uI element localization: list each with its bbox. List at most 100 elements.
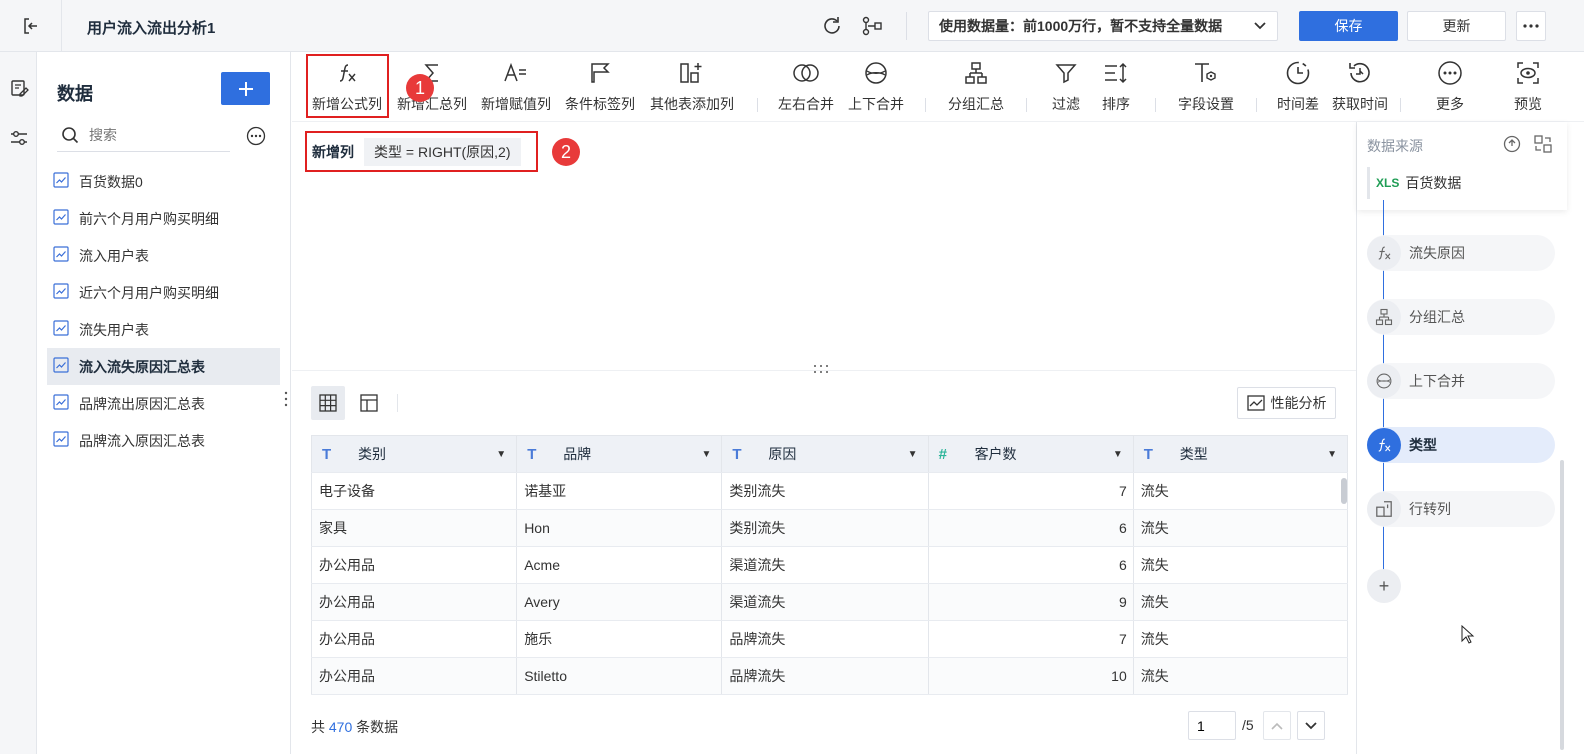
table-cell[interactable]: 诺基亚 [516,472,723,510]
toolbar-button[interactable]: 时间差 [1277,56,1319,118]
table-row[interactable]: 家具 Hon 类别流失 6 流失 [311,509,1349,547]
table-list-item[interactable]: 流入用户表 [47,237,280,274]
layout-view-button[interactable] [352,386,386,420]
switch-source-button[interactable] [1534,135,1552,156]
page-number-input[interactable] [1188,711,1236,740]
data-source-item[interactable]: XLS 百货数据 [1367,167,1557,199]
table-list-item[interactable]: 流失用户表 [47,311,280,348]
table-cell[interactable]: 流失 [1133,546,1349,584]
column-header[interactable]: T 类型 ▼ [1133,435,1349,473]
add-table-button[interactable] [221,72,270,105]
table-cell[interactable]: 7 [928,472,1134,510]
step-item[interactable]: 分组汇总 [1367,299,1555,335]
new-column-formula[interactable]: 新增列 类型 = RIGHT(原因,2) [305,131,538,172]
column-header[interactable]: T 类别 ▼ [311,435,518,473]
column-header[interactable]: # 客户数 ▼ [928,435,1134,473]
step-item[interactable]: 上下合并 [1367,363,1555,399]
splitter-grip[interactable] [812,363,832,378]
caret-down-icon[interactable]: ▼ [908,449,918,460]
table-list-item[interactable]: 前六个月用户购买明细 [47,200,280,237]
table-cell[interactable]: 渠道流失 [721,583,929,621]
toolbar-button[interactable]: 上下合并 [848,56,904,118]
toolbar-button[interactable]: 更多 [1436,56,1464,118]
table-cell[interactable]: 办公用品 [311,657,518,695]
page-prev-button[interactable] [1263,711,1291,740]
search-options-button[interactable] [246,126,266,146]
column-header[interactable]: T 品牌 ▼ [516,435,723,473]
table-cell[interactable]: 办公用品 [311,546,518,584]
table-row[interactable]: 办公用品 施乐 品牌流失 7 流失 [311,620,1349,658]
toolbar-button[interactable]: 分组汇总 [948,56,1004,118]
steps-scrollbar[interactable] [1560,460,1564,750]
table-list-item[interactable]: 品牌流出原因汇总表 [47,385,280,422]
toolbar-button[interactable]: 字段设置 [1178,56,1234,118]
table-cell[interactable]: 10 [928,657,1134,695]
table-cell[interactable]: 渠道流失 [721,546,929,584]
table-cell[interactable]: Stiletto [516,657,723,695]
caret-down-icon[interactable]: ▼ [496,449,506,460]
table-cell[interactable]: 办公用品 [311,620,518,658]
table-cell[interactable]: 类别流失 [721,509,929,547]
table-row[interactable]: 办公用品 Acme 渠道流失 6 流失 [311,546,1349,584]
refresh-button[interactable] [820,14,844,38]
data-limit-select[interactable]: 使用数据量：前1000万行，暂不支持全量数据 [928,11,1278,41]
grid-scrollbar[interactable] [1341,478,1347,504]
toolbar-button[interactable]: 新增赋值列 [481,56,551,118]
table-row[interactable]: 电子设备 诺基亚 类别流失 7 流失 [311,472,1349,510]
toolbar-button[interactable]: 其他表添加列 [650,56,734,118]
table-search[interactable] [57,118,230,152]
replace-source-button[interactable] [1503,135,1521,156]
table-cell[interactable]: 6 [928,546,1134,584]
toolbar-button[interactable]: 左右合并 [778,56,834,118]
table-row[interactable]: 办公用品 Avery 渠道流失 9 流失 [311,583,1349,621]
table-view-button[interactable] [311,386,345,420]
table-cell[interactable]: 品牌流失 [721,620,929,658]
table-cell[interactable]: 9 [928,583,1134,621]
add-step-button[interactable]: + [1367,569,1401,603]
table-cell[interactable]: 流失 [1133,509,1349,547]
save-button[interactable]: 保存 [1299,11,1398,41]
table-cell[interactable]: 流失 [1133,472,1349,510]
table-cell[interactable]: 7 [928,620,1134,658]
table-cell[interactable]: 类别流失 [721,472,929,510]
exit-button[interactable] [0,0,62,52]
table-cell[interactable]: 流失 [1133,620,1349,658]
table-cell[interactable]: 品牌流失 [721,657,929,695]
column-header[interactable]: T 原因 ▼ [721,435,929,473]
formula-expression[interactable]: 类型 = RIGHT(原因,2) [364,137,521,166]
toolbar-button[interactable]: 过滤 [1052,56,1080,118]
update-button[interactable]: 更新 [1407,11,1506,41]
toolbar-button[interactable]: 获取时间 [1332,56,1388,118]
table-cell[interactable]: 电子设备 [311,472,518,510]
caret-down-icon[interactable]: ▼ [701,449,711,460]
performance-analysis-button[interactable]: 性能分析 [1237,387,1336,419]
toolbar-button[interactable]: 排序 [1102,56,1130,118]
page-next-button[interactable] [1297,711,1325,740]
settings-nav-button[interactable] [9,128,29,151]
data-nav-button[interactable] [9,78,29,101]
caret-down-icon[interactable]: ▼ [1327,449,1337,460]
table-cell[interactable]: Hon [516,509,723,547]
table-list-item[interactable]: 品牌流入原因汇总表 [47,422,280,459]
panel-resize-handle[interactable] [283,390,289,408]
search-input[interactable] [89,126,219,143]
table-cell[interactable]: Acme [516,546,723,584]
table-cell[interactable]: Avery [516,583,723,621]
table-cell[interactable]: 办公用品 [311,583,518,621]
table-cell[interactable]: 家具 [311,509,518,547]
more-menu-button[interactable] [1516,11,1546,41]
table-list-item[interactable]: 百货数据0 [47,163,280,200]
step-item[interactable]: 流失原因 [1367,235,1555,271]
caret-down-icon[interactable]: ▼ [1113,449,1123,460]
table-cell[interactable]: 流失 [1133,583,1349,621]
table-list-item[interactable]: 流入流失原因汇总表 [47,348,280,385]
lineage-button[interactable] [860,14,884,38]
toolbar-button[interactable]: 预览 [1514,56,1542,118]
toolbar-button[interactable]: 条件标签列 [565,56,635,118]
table-cell[interactable]: 施乐 [516,620,723,658]
table-cell[interactable]: 流失 [1133,657,1349,695]
step-item[interactable]: 类型 [1367,427,1555,463]
table-cell[interactable]: 6 [928,509,1134,547]
step-item[interactable]: 行转列 [1367,491,1555,527]
table-row[interactable]: 办公用品 Stiletto 品牌流失 10 流失 [311,657,1349,695]
